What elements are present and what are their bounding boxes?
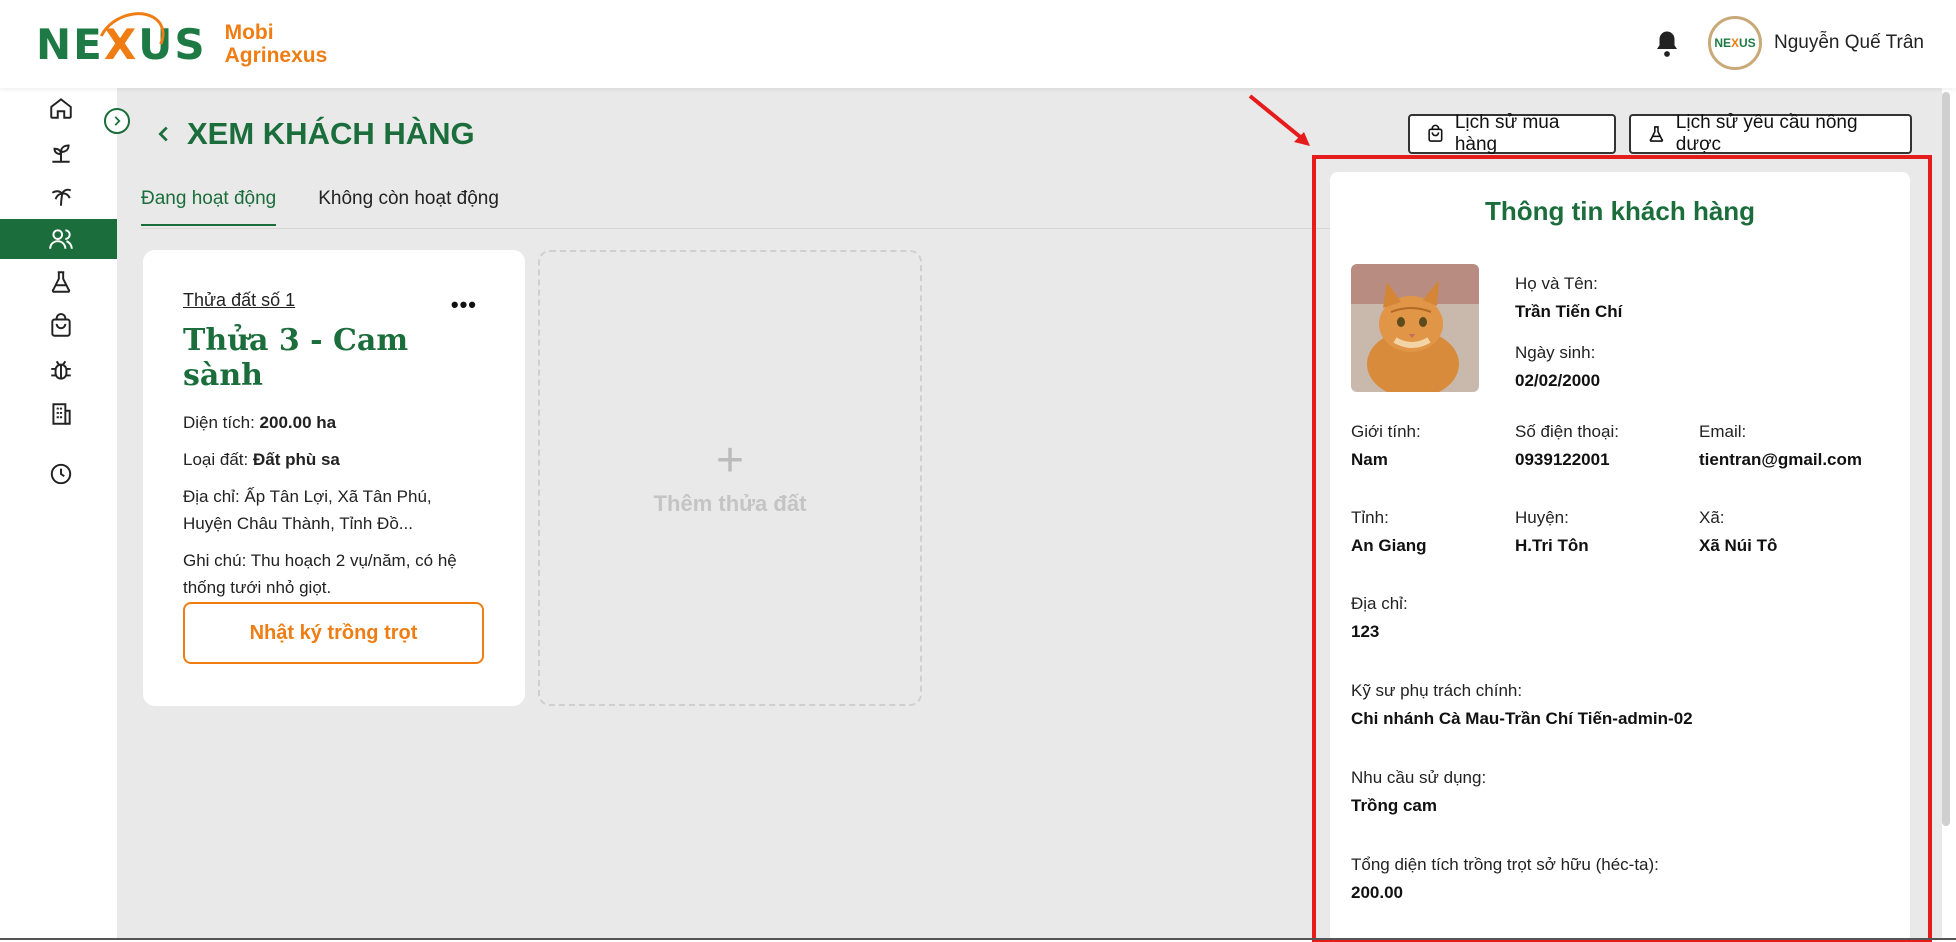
logo-mark: NEXUS — [36, 1, 207, 78]
plant-icon — [52, 144, 70, 163]
shopping-bag-icon — [1428, 124, 1443, 142]
plot-note: Ghi chú: Thu hoạch 2 vụ/năm, có hệ thống… — [183, 551, 457, 597]
logo-text: Mobi Agrinexus — [224, 21, 328, 67]
tabs-divider — [141, 228, 1341, 229]
highlight-box — [1312, 155, 1932, 942]
clock-icon — [50, 463, 72, 485]
sidebar-item-branches[interactable] — [0, 394, 117, 434]
app-logo[interactable]: NEXUS Mobi Agrinexus — [36, 1, 328, 78]
home-icon — [50, 98, 72, 119]
status-tabs: Đang hoạt động Không còn hoạt động — [141, 188, 499, 226]
sidebar-item-plant[interactable] — [0, 132, 117, 172]
sidebar-item-orders[interactable] — [0, 306, 117, 346]
sidebar-item-pests[interactable] — [0, 350, 117, 390]
tab-inactive[interactable]: Không còn hoạt động — [318, 188, 499, 226]
bug-icon — [51, 360, 71, 380]
users-icon — [49, 229, 73, 249]
page-scrollbar[interactable] — [1942, 92, 1950, 826]
plus-icon: + — [715, 434, 745, 487]
bottom-border — [0, 938, 1956, 940]
purchase-history-button[interactable]: Lịch sử mua hàng — [1408, 112, 1616, 155]
user-avatar[interactable]: NE X US — [1708, 16, 1762, 70]
sidebar-item-home[interactable] — [0, 88, 117, 128]
tab-active[interactable]: Đang hoạt động — [141, 188, 277, 226]
more-options-icon[interactable]: ••• — [451, 292, 477, 318]
crop-diary-button[interactable]: Nhật ký trồng trọt — [183, 602, 484, 664]
page-title-text: XEM KHÁCH HÀNG — [187, 116, 475, 151]
plot-name: Thửa 3 - Cam sành — [183, 323, 409, 393]
app-header: NEXUS Mobi Agrinexus NE X US Nguyễn Quế Tr… — [0, 0, 1956, 88]
pesticide-history-button[interactable]: Lịch sử yêu cầu nông dược — [1629, 112, 1912, 155]
plot-soil: Loại đất: Đất phù sa — [183, 450, 340, 469]
plot-card[interactable]: Thửa đất số 1 ••• Thửa 3 - Cam sành Diện… — [143, 250, 525, 706]
shopping-bag-icon — [51, 313, 71, 337]
sidebar-item-tree[interactable] — [0, 176, 117, 216]
palm-tree-icon — [51, 188, 72, 206]
back-arrow-icon[interactable] — [153, 123, 175, 145]
flask-icon — [51, 271, 71, 293]
sidebar-item-pesticide[interactable] — [0, 262, 117, 302]
building-icon — [52, 403, 71, 425]
sidebar-item-history[interactable] — [0, 454, 117, 494]
sidebar-item-customers[interactable] — [0, 219, 117, 259]
user-name[interactable]: Nguyễn Quế Trân — [1774, 32, 1924, 54]
notification-bell-icon[interactable] — [1652, 28, 1682, 60]
add-plot-button[interactable]: + Thêm thửa đất — [538, 250, 922, 706]
plot-area: Diện tích: 200.00 ha — [183, 413, 337, 432]
flask-icon — [1649, 126, 1664, 142]
sidebar-toggle-button[interactable] — [104, 108, 130, 134]
plot-address: Địa chỉ: Ấp Tân Lợi, Xã Tân Phú, Huyện C… — [183, 487, 432, 533]
page-title: XEM KHÁCH HÀNG — [153, 116, 475, 152]
chevron-right-icon — [114, 116, 121, 126]
add-plot-label: Thêm thửa đất — [653, 491, 807, 516]
sidebar — [0, 88, 117, 942]
annotation-arrow-icon — [1248, 94, 1310, 146]
plot-index[interactable]: Thửa đất số 1 — [183, 290, 485, 311]
